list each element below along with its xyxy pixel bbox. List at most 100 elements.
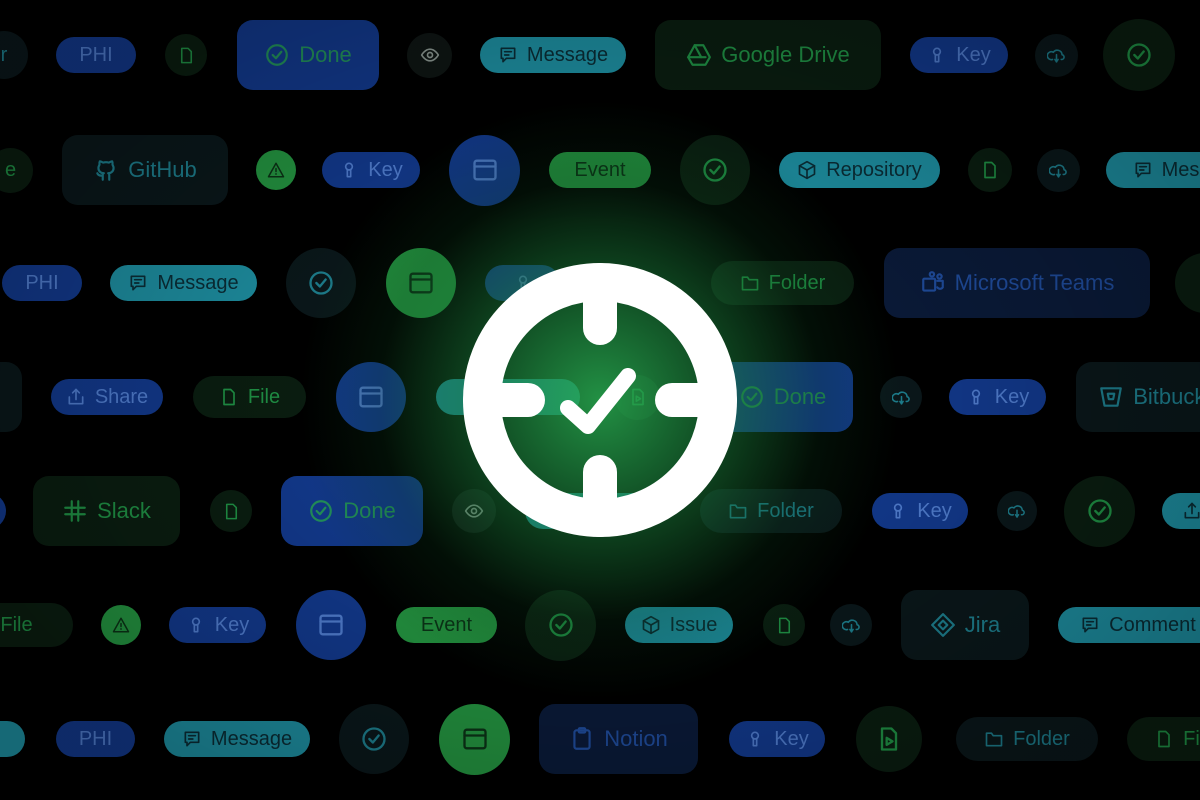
check-circle-icon [310,500,333,522]
chip-folder: Folder [956,717,1098,761]
folder-icon [985,732,1003,747]
chip-google-drive: Google Drive [655,20,881,90]
file-icon [1158,730,1170,748]
teams-icon [921,271,944,292]
chip-label: Folder [757,499,814,522]
eye-icon [420,48,439,62]
browser-icon [359,386,383,408]
chip-key: Key [910,37,1008,73]
file-icon [778,617,790,633]
chip-label: Key [956,43,991,66]
video-file-icon [880,727,898,751]
chip-cloud-download [1035,33,1078,77]
key-icon [971,389,980,405]
chip-warning [256,150,296,190]
chip-label: Key [368,158,403,181]
file-icon [984,161,996,179]
chip-issue: Issue [625,607,733,643]
chip-label: Jira [964,612,1001,637]
key-icon [933,47,942,63]
chip-label: Message [210,727,293,750]
chip-label: r [0,43,8,66]
check-circle-icon [703,158,727,182]
chip-browser [336,362,406,432]
check-circle-icon [740,386,763,408]
chip-done: Done [237,20,379,90]
cloud-download-icon [891,390,910,405]
chip-check-circle [525,589,596,661]
chip-event: Event [396,607,497,643]
bitbucket-icon [1100,387,1123,407]
chip-label: e [4,158,17,181]
chip-label: Key [917,499,952,522]
notion-icon [573,727,591,750]
chip-label: Done [343,498,396,523]
jira-icon [930,613,955,637]
chip-share: Share [51,379,163,415]
chip-label: Slack [97,498,151,523]
chip-eye [407,32,452,78]
chip-done: Done [281,476,423,546]
chip-message: Message [480,37,626,73]
chip-key: Key [949,379,1046,415]
message-icon [130,275,146,291]
chip-browser [449,134,520,206]
chip-file [165,34,207,76]
clock-check-logo-icon [463,263,737,537]
browser-icon [409,272,433,294]
chip-label: Event [574,158,626,181]
chip-label: GitHub [128,157,197,182]
chip-e: e [0,721,25,757]
chip-label: PHI [79,43,113,66]
cloud-download-icon [1047,48,1065,63]
chip-key: Key [729,721,825,757]
share-icon [68,388,84,405]
chip-phi: PHI [56,37,136,73]
chip-jira: Jira [901,590,1029,660]
chip-chip [0,493,6,529]
file-icon [223,388,235,406]
check-circle-icon [309,271,333,295]
chip-phi: PHI [56,721,135,757]
chip-label: PHI [25,271,59,294]
chip-label: PHI [78,727,113,750]
chip-file: File [0,603,73,647]
file-icon [225,503,237,519]
chip-label: Comment [1109,613,1196,636]
check-circle-icon [362,727,386,751]
chip-github: GitHub [62,135,228,205]
folder-icon [741,276,758,291]
message-icon [184,731,200,747]
chip-microsoft-teams: Microsoft Teams [884,248,1150,318]
chip-label: Done [773,384,827,409]
chip-label: Notion [604,726,668,751]
check-circle-icon [266,44,289,66]
chip-cloud-download [997,491,1037,531]
chip-label: Microsoft Teams [954,270,1115,295]
key-icon [894,503,903,519]
cube-icon [642,615,659,635]
chip-browser [439,703,510,775]
check-circle-icon [1087,499,1112,523]
chip-video-file [856,706,922,772]
chip-check-circle [339,704,409,774]
chip-label: Folder [1013,727,1070,750]
chip-key: Key [322,152,420,188]
chip-label: Fi [1183,727,1200,750]
chip-bitbucket: Bitbucket [1076,362,1200,432]
chip-check-circle [1103,19,1175,91]
chip-file [968,148,1012,192]
key-icon [345,162,354,178]
message-icon [1082,617,1098,633]
chip-label: Message [157,271,239,294]
upload-icon [1184,502,1200,519]
chip-warning [101,605,141,645]
chip-label: Key [994,385,1030,408]
slack-icon [64,500,86,522]
hero-illustration: r PHI Done Message Google Drive Key e GitHub Key… [0,0,1200,800]
warning-icon [267,162,285,178]
chip-check-circle [1064,475,1135,547]
chip-mess: Mess [1106,152,1200,188]
chip-event: Event [549,152,651,188]
chip-browser [296,590,366,660]
